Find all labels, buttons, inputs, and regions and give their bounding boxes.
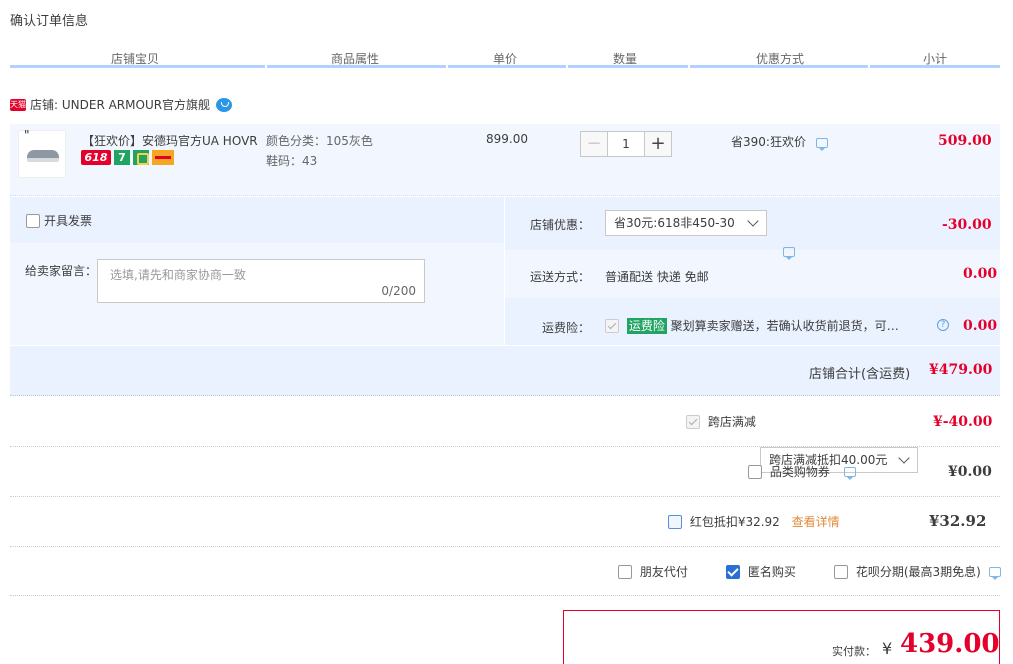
page-title: 确认订单信息: [10, 14, 89, 29]
friend-pay-option[interactable]: 朋友代付: [618, 563, 688, 580]
shop-total-label: 店铺合计(含运费): [809, 367, 911, 382]
insurance-label: 运费险：: [542, 321, 591, 335]
cross-shop-checkbox: [686, 414, 700, 429]
shipping-value: 0.00: [963, 266, 998, 282]
product-title-link[interactable]: 【狂欢价】安德玛官方UA HOVR Phantom: [82, 132, 260, 149]
header-attributes: 商品属性: [330, 52, 379, 66]
shop-name-link[interactable]: 店铺: UNDER ARMOUR官方旗舰: [30, 98, 210, 112]
red-packet-label: 红包抵扣¥32.92: [689, 515, 780, 529]
message-icon[interactable]: [843, 466, 856, 480]
category-coupon-option[interactable]: 品类购物券: [748, 463, 856, 480]
invoice-option[interactable]: 开具发票: [26, 212, 92, 229]
huabei-option[interactable]: 花呗分期(最高3期免息): [834, 563, 1001, 580]
attr-color: 颜色分类：105灰色: [266, 134, 373, 148]
divider: [10, 595, 1000, 596]
red-packet-option[interactable]: 红包抵扣¥32.92 查看详情: [668, 513, 840, 530]
qty-input[interactable]: 1: [608, 131, 644, 157]
attr-size: 鞋码：43: [266, 154, 318, 168]
message-icon[interactable]: [783, 246, 795, 260]
friend-pay-label: 朋友代付: [639, 565, 688, 579]
note-placeholder: 选填,请先和商家协商一致: [110, 268, 246, 282]
item-subtotal: 509.00: [938, 133, 992, 149]
header-discount: 优惠方式: [755, 52, 804, 66]
header-unit-price: 单价: [492, 52, 517, 66]
insurance-value: 0.00: [963, 318, 998, 334]
category-coupon-value: ¥0.00: [948, 464, 992, 480]
message-icon[interactable]: [815, 137, 828, 151]
unit-price: 899.00: [486, 132, 528, 146]
cross-shop-label: 跨店满减: [707, 415, 756, 429]
payment-summary: 实付款： ¥ 439.00: [563, 610, 1000, 664]
shoe-image: [27, 150, 59, 162]
anonymous-label: 匿名购买: [747, 565, 796, 579]
insurance-text: 聚划算卖家赠送，若确认收货前退货，可获保险赔付: [670, 319, 909, 333]
shipping-label: 运送方式：: [530, 270, 591, 284]
red-packet-details-link[interactable]: 查看详情: [792, 515, 840, 529]
seller-note-input[interactable]: 选填,请先和商家协商一致 0/200: [97, 259, 425, 303]
shop-discount-value: -30.00: [942, 217, 992, 233]
category-coupon-checkbox[interactable]: [748, 464, 762, 479]
red-packet-checkbox[interactable]: [668, 514, 682, 529]
shop-discount-label: 店铺优惠：: [530, 218, 591, 232]
payment-label: 实付款：: [832, 645, 876, 658]
shop-total-row: 店铺合计(含运费) ¥479.00: [10, 346, 1000, 396]
note-label: 给卖家留言：: [25, 264, 98, 278]
note-char-count: 0/200: [381, 284, 416, 298]
divider: [10, 496, 1000, 497]
invoice-label: 开具发票: [44, 214, 93, 228]
huabei-label: 花呗分期(最高3期免息): [855, 565, 981, 579]
cross-shop-value: ¥-40.00: [933, 414, 993, 430]
insurance-badge: 运费险: [626, 317, 667, 334]
item-discount: 省390:狂欢价: [731, 133, 828, 151]
shop-row: 天猫 店铺: UNDER ARMOUR官方旗舰: [10, 96, 233, 113]
quote-mark: ": [24, 128, 30, 142]
divider: [10, 446, 1000, 447]
payment-total: 439.00: [900, 629, 1000, 659]
header-quantity: 数量: [612, 52, 637, 66]
shop-total-value: ¥479.00: [929, 362, 993, 378]
message-icon[interactable]: [988, 566, 1001, 580]
help-icon[interactable]: ?: [937, 319, 949, 331]
quantity-stepper: − 1 +: [580, 131, 672, 157]
category-coupon-label: 品类购物券: [769, 465, 830, 479]
divider: [10, 546, 1000, 547]
promo-badges: 618 7: [81, 150, 174, 165]
anonymous-option[interactable]: 匿名购买: [726, 563, 796, 580]
badge-618-icon: 618: [81, 150, 111, 165]
tmall-icon: 天猫: [10, 98, 26, 111]
table-header: 店铺宝贝 商品属性 单价 数量 优惠方式 小计: [10, 46, 1000, 68]
header-shop-item: 店铺宝贝: [110, 52, 159, 66]
qty-increase-button[interactable]: +: [644, 131, 672, 157]
red-packet-value: ¥32.92: [929, 512, 987, 530]
friend-pay-checkbox[interactable]: [618, 564, 632, 579]
header-subtotal: 小计: [922, 52, 947, 66]
insurance-checkbox: [605, 318, 619, 333]
insurance-row: 运费险 聚划算卖家赠送，若确认收货前退货，可获保险赔付: [605, 317, 909, 334]
shop-discount-select[interactable]: 省30元:618非450-30: [605, 210, 767, 236]
invoice-checkbox[interactable]: [26, 213, 40, 228]
anonymous-checkbox[interactable]: [726, 564, 740, 579]
payment-currency: ¥: [882, 639, 893, 658]
credit-card-icon: [152, 150, 174, 165]
cross-shop-option: 跨店满减: [686, 413, 756, 430]
shipping-method: 普通配送 快递 免邮: [605, 270, 709, 284]
chat-icon[interactable]: [216, 97, 233, 112]
item-discount-text: 省390:狂欢价: [731, 135, 806, 149]
seven-day-return-icon: 7: [114, 150, 130, 165]
qty-decrease-button[interactable]: −: [580, 131, 608, 157]
shop-guarantee-icon: [133, 150, 149, 165]
huabei-checkbox[interactable]: [834, 564, 848, 579]
